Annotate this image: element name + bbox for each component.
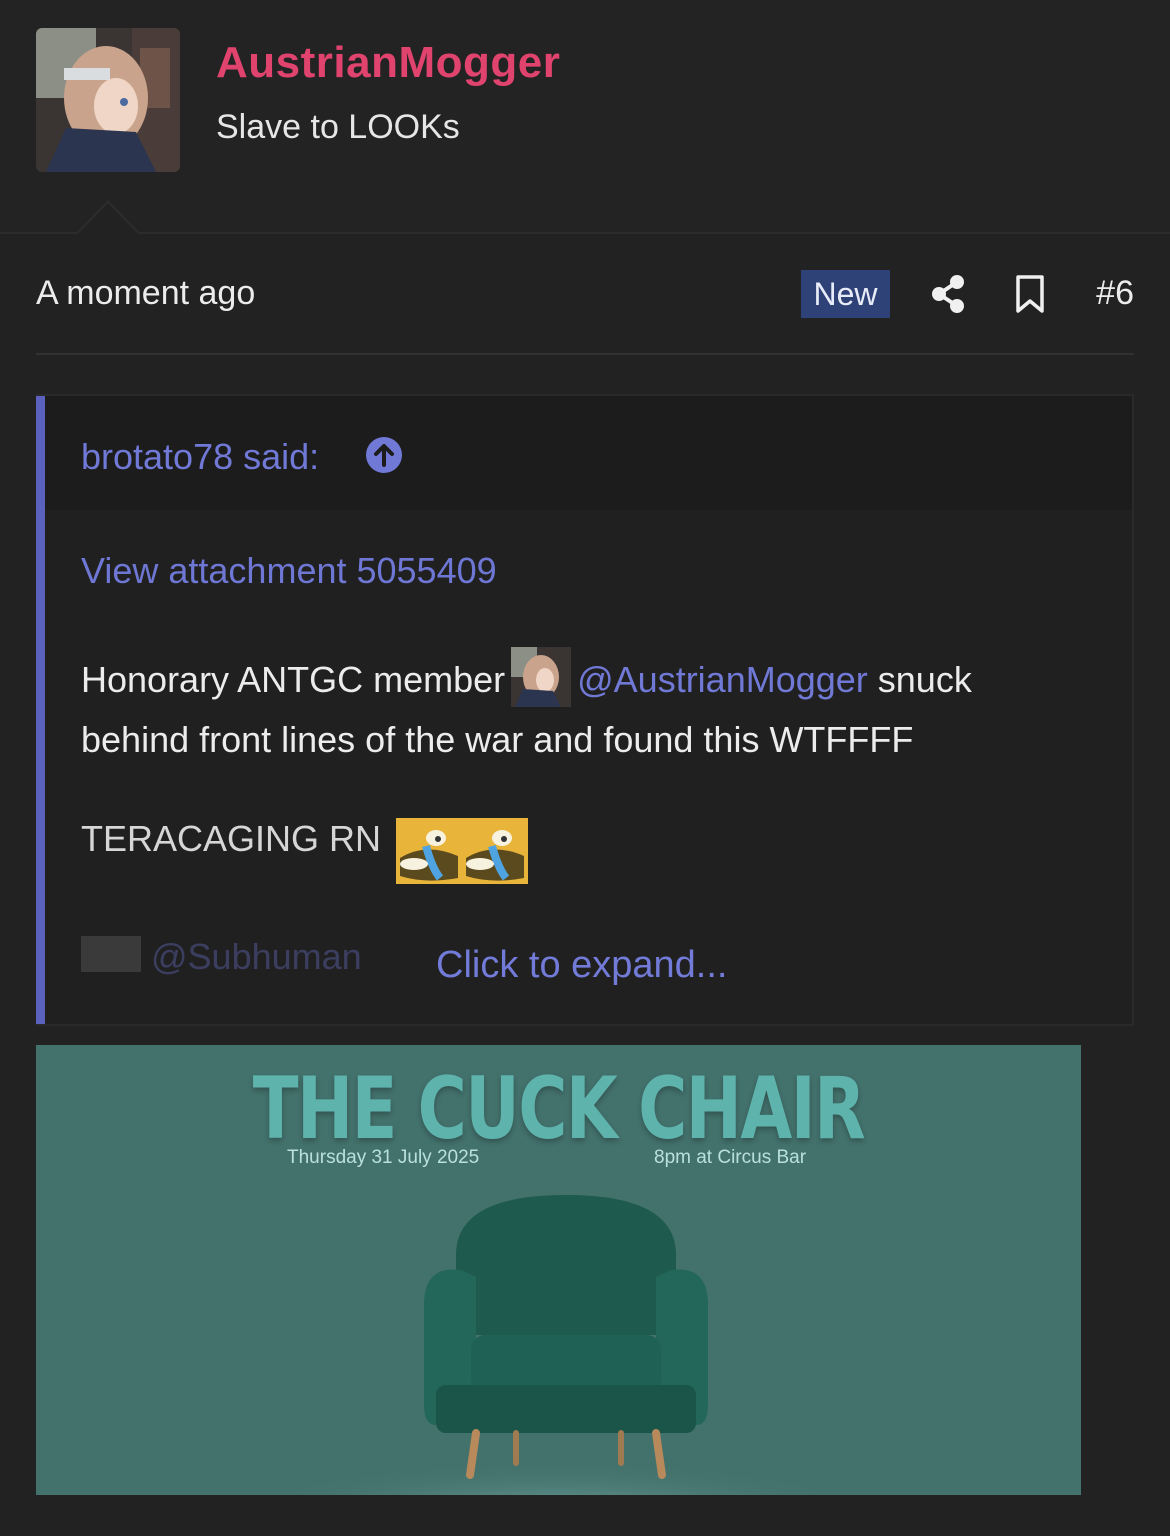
poster-title: THE CUCK CHAIR [252, 1059, 866, 1159]
attached-poster-image[interactable]: THE CUCK CHAIR Thursday 31 July 2025 8pm… [36, 1045, 1081, 1495]
user-mention-link[interactable]: @AustrianMogger [577, 659, 868, 700]
quote-accent-bar [36, 396, 45, 1024]
poster-venue: 8pm at Circus Bar [654, 1147, 807, 1168]
quote-text-start: Honorary ANTGC member [81, 659, 506, 700]
poster-date: Thursday 31 July 2025 [287, 1147, 480, 1168]
arrow-up-circle-icon[interactable] [365, 436, 403, 474]
bookmark-icon[interactable] [1014, 274, 1046, 314]
quote-block: brotato78 said: View attachment 5055409 … [36, 394, 1134, 1026]
meta-divider [36, 353, 1134, 355]
post-meta-bar: A moment ago New #6 [36, 268, 1134, 322]
faded-avatar [81, 936, 141, 972]
user-title: Slave to LOOKs [216, 108, 460, 146]
quote-header: brotato78 said: [45, 396, 1132, 510]
share-icon[interactable] [930, 274, 966, 314]
quote-text-teracaging: TERACAGING RN [81, 818, 382, 859]
crying-laughing-emoji [396, 818, 528, 884]
user-avatar[interactable] [36, 28, 180, 172]
armchair-illustration [424, 1195, 708, 1479]
new-badge: New [801, 270, 890, 318]
post-author-header: AustrianMogger Slave to LOOKs [0, 0, 1170, 234]
post-timestamp[interactable]: A moment ago [36, 274, 255, 313]
click-to-expand-link[interactable]: Click to expand... [436, 944, 727, 987]
quote-body: Honorary ANTGC member @AustrianMogger sn… [81, 647, 1081, 770]
mention-avatar [511, 647, 572, 708]
faded-quote-content: @Subhuman [81, 936, 381, 977]
post-number[interactable]: #6 [1096, 274, 1134, 313]
quote-author-link[interactable]: brotato78 said: [81, 436, 319, 478]
faded-mention: @Subhuman [151, 936, 362, 977]
header-caret [76, 200, 140, 234]
username[interactable]: AustrianMogger [216, 38, 560, 88]
attachment-link[interactable]: View attachment 5055409 [81, 550, 497, 592]
